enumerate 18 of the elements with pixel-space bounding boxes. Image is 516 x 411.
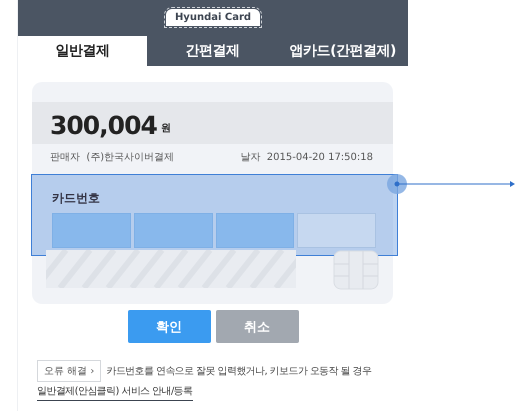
- card-pattern-icon: [46, 250, 296, 288]
- chip-icon: [333, 250, 379, 290]
- currency-text: 원: [160, 122, 171, 135]
- amount-text: 300,004: [50, 111, 157, 140]
- help-text: 카드번호를 연속으로 잘못 입력했거나, 키보드가 오동작 될 경우: [106, 365, 372, 378]
- payment-tab[interactable]: 일반결제: [18, 36, 147, 66]
- seller-text: 판매자 (주)한국사이버결제: [50, 151, 174, 165]
- card-number-field[interactable]: [52, 213, 131, 248]
- card-number-field[interactable]: [297, 213, 376, 248]
- card-number-field[interactable]: [216, 213, 294, 248]
- card-number-field[interactable]: [134, 213, 212, 248]
- card-number-label: 카드번호: [52, 190, 100, 207]
- service-link[interactable]: 일반결제(안심클릭) 서비스 안내/등록: [37, 384, 193, 401]
- brand-logo: Hyundai Card: [166, 9, 260, 26]
- date-text: 날자 2015-04-20 17:50:18: [240, 151, 373, 165]
- payment-tab[interactable]: 앱카드(간편결제): [278, 36, 408, 66]
- troubleshoot-button[interactable]: 오류 해결 ›: [37, 360, 102, 382]
- payment-tab[interactable]: 간편결제: [147, 36, 278, 66]
